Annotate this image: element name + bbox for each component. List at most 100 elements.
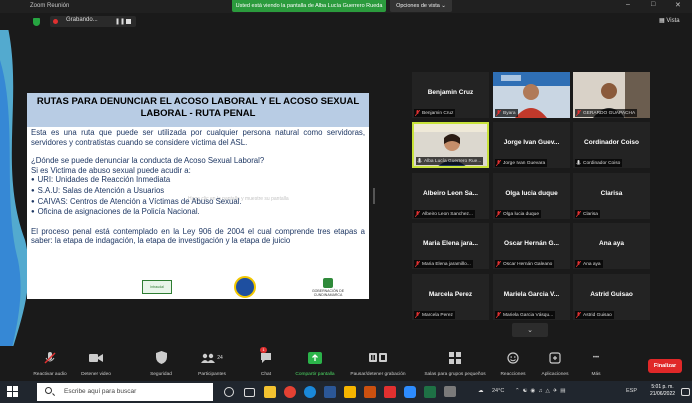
more-label: Más [591, 372, 601, 377]
close-icon[interactable]: ✕ [675, 1, 681, 9]
participant-name-label: Mariela Garcia Vásqu... [495, 311, 556, 319]
participant-tile[interactable]: Benjamin Cruz Benjamin Cruz [412, 72, 489, 118]
participant-name-label: Oscar Hernán Galeano [495, 260, 555, 268]
cortana-icon[interactable] [224, 387, 234, 397]
store-icon[interactable] [344, 386, 356, 398]
chat-button[interactable]: 1 Chat [254, 347, 278, 377]
file-explorer-icon[interactable] [264, 386, 276, 398]
mic-muted-icon [415, 211, 420, 217]
participant-display-name: Maria Elena jara... [423, 240, 478, 247]
maximize-icon[interactable]: □ [651, 1, 655, 8]
zoom-meeting-window: Zoom Reunión Usted está viendo la pantal… [0, 0, 692, 403]
slide-victim-line: Si es Victima de abuso sexual puede acud… [31, 165, 191, 175]
seal-logo [234, 276, 256, 298]
security-button[interactable]: Seguridad [143, 349, 179, 377]
mic-muted-icon [496, 312, 501, 318]
system-tray-icons[interactable]: ⌃☯◉♫△✈▤ [515, 388, 569, 394]
word-icon[interactable] [324, 386, 336, 398]
participant-display-name: Mariela Garcia V... [503, 291, 560, 298]
excel-icon[interactable] [424, 386, 436, 398]
screen-share-banner: Usted está viendo la pantalla de Alba Lu… [232, 0, 386, 12]
notifications-icon[interactable] [681, 388, 690, 396]
participant-tile[interactable]: Clarisa Clarisa [573, 173, 650, 219]
participant-tile[interactable]: Ana aya Ana aya [573, 223, 650, 269]
participant-tile[interactable]: Byara [493, 72, 570, 118]
search-icon [45, 387, 52, 394]
more-button[interactable]: ••• Más [584, 349, 608, 378]
slide-logo-strip: Intraudal GOBERNACIÓN DE CUNDINAMARCA [27, 273, 369, 299]
zoom-app-icon[interactable] [404, 386, 416, 398]
slide-bullet: S.A.U: Salas de Atención a Usuarios [31, 186, 365, 197]
meeting-toolbar: Reactivar audio Detener video Seguridad … [0, 346, 692, 381]
stop-video-button[interactable]: Detener video [76, 349, 116, 377]
participant-tile[interactable]: Oscar Hernán G... Oscar Hernán Galeano [493, 223, 570, 269]
mic-muted-icon [496, 110, 501, 116]
unmute-button[interactable]: Reactivar audio [28, 349, 72, 377]
share-screen-icon [308, 351, 322, 364]
participant-label-text: Oscar Hernán Galeano [503, 261, 553, 267]
share-screen-button[interactable]: Compartir pantalla [290, 349, 340, 377]
participant-label-text: Maria Elena jaramillo... [422, 261, 471, 267]
pdf-app-icon[interactable] [384, 386, 396, 398]
stop-video-label: Detener video [81, 372, 111, 377]
task-view-icon[interactable] [244, 388, 255, 397]
stop-recording-icon[interactable] [126, 19, 131, 24]
participant-label-text: Byara [503, 110, 516, 116]
apps-label: Aplicaciones [541, 372, 569, 377]
weather-icon[interactable]: ☁ [478, 388, 484, 394]
participant-display-name: Cordinador Coiso [584, 139, 639, 146]
share-screen-label: Compartir pantalla [295, 372, 335, 377]
participant-tile[interactable]: Mariela Garcia V... Mariela Garcia Vásqu.… [493, 274, 570, 320]
input-language[interactable]: ESP [626, 388, 637, 394]
taskbar-search-box[interactable]: Escribe aquí para buscar [37, 383, 213, 401]
participant-tile[interactable]: Maria Elena jara... Maria Elena jaramillo… [412, 223, 489, 269]
taskbar-clock[interactable]: 5:01 p. m. 21/06/2022 [650, 384, 675, 398]
chrome-icon[interactable] [284, 386, 296, 398]
breakout-rooms-button[interactable]: Salas para grupos pequeños [417, 349, 493, 377]
gallery-view-button[interactable]: ▦ Vista [659, 17, 680, 24]
participant-display-name: Olga lucia duque [505, 190, 558, 197]
panel-resize-handle[interactable] [373, 188, 375, 204]
reactions-button[interactable]: Reacciones [495, 349, 531, 377]
reactions-label: Reacciones [500, 372, 526, 377]
participant-name-label: Jorge Ivan Guevara [495, 159, 548, 167]
mic-on-icon [576, 160, 581, 165]
minimize-icon[interactable]: – [626, 1, 630, 8]
participant-label-text: Albeiro Leon Sanchez... [422, 211, 473, 217]
slide-title: RUTAS PARA DENUNCIAR EL ACOSO LABORAL Y … [27, 96, 369, 119]
participant-display-name: Ana aya [599, 240, 624, 247]
mic-muted-icon [415, 261, 420, 267]
intraudal-logo: Intraudal [142, 280, 172, 294]
view-options-button[interactable]: Opciones de vista ⌄ [390, 0, 452, 12]
participant-tile[interactable]: GERARDO GUAPACHA [573, 72, 650, 118]
powerpoint-icon[interactable] [364, 386, 376, 398]
breakout-rooms-icon [449, 351, 461, 364]
pause-recording-icon[interactable]: ❚❚ [115, 18, 125, 25]
security-shield-icon[interactable] [33, 18, 40, 26]
apps-button[interactable]: Aplicaciones [535, 349, 575, 377]
apps-icon [549, 351, 561, 364]
participant-tile[interactable]: Jorge Ivan Guev... Jorge Ivan Guevara [493, 122, 570, 168]
participant-tile[interactable]: Marcela Perez Marcela Perez [412, 274, 489, 320]
windows-start-icon[interactable] [7, 386, 19, 398]
participant-label-text: Alba Lucía Guerrero Rue... [424, 158, 482, 164]
chat-label: Chat [260, 372, 272, 377]
participant-tile[interactable]: Olga lucia duque Olga lucia duque [493, 173, 570, 219]
participants-button[interactable]: 24 Participantes [192, 349, 232, 377]
shield-icon [155, 351, 167, 364]
end-meeting-button[interactable]: Finalizar [648, 359, 682, 373]
breakout-rooms-label: Salas para grupos pequeños [424, 372, 486, 377]
edge-icon[interactable] [304, 386, 316, 398]
participant-tile[interactable]: Cordinador Coiso Cordinador Coiso [573, 122, 650, 168]
participant-tile[interactable]: Albeiro Leon Sa... Albeiro Leon Sanchez..… [412, 173, 489, 219]
pause-stop-recording-button[interactable]: Pausar/detener grabación [346, 349, 410, 377]
slide-body: Esta es una ruta que puede ser utilizada… [31, 128, 365, 246]
generic-app-icon[interactable] [444, 386, 456, 397]
participant-label-text: Mariela Garcia Vásqu... [503, 312, 554, 318]
participant-name-label: Ana aya [575, 260, 603, 268]
gallery-next-page-button[interactable]: ⌄ [512, 323, 548, 337]
participants-label: Participantes [198, 372, 226, 377]
participant-tile[interactable]: Alba Lucía Guerrero Rue... [412, 122, 489, 168]
participant-tile[interactable]: Astrid Guisao Astrid Guisao [573, 274, 650, 320]
weather-temp[interactable]: 24°C [492, 388, 504, 394]
